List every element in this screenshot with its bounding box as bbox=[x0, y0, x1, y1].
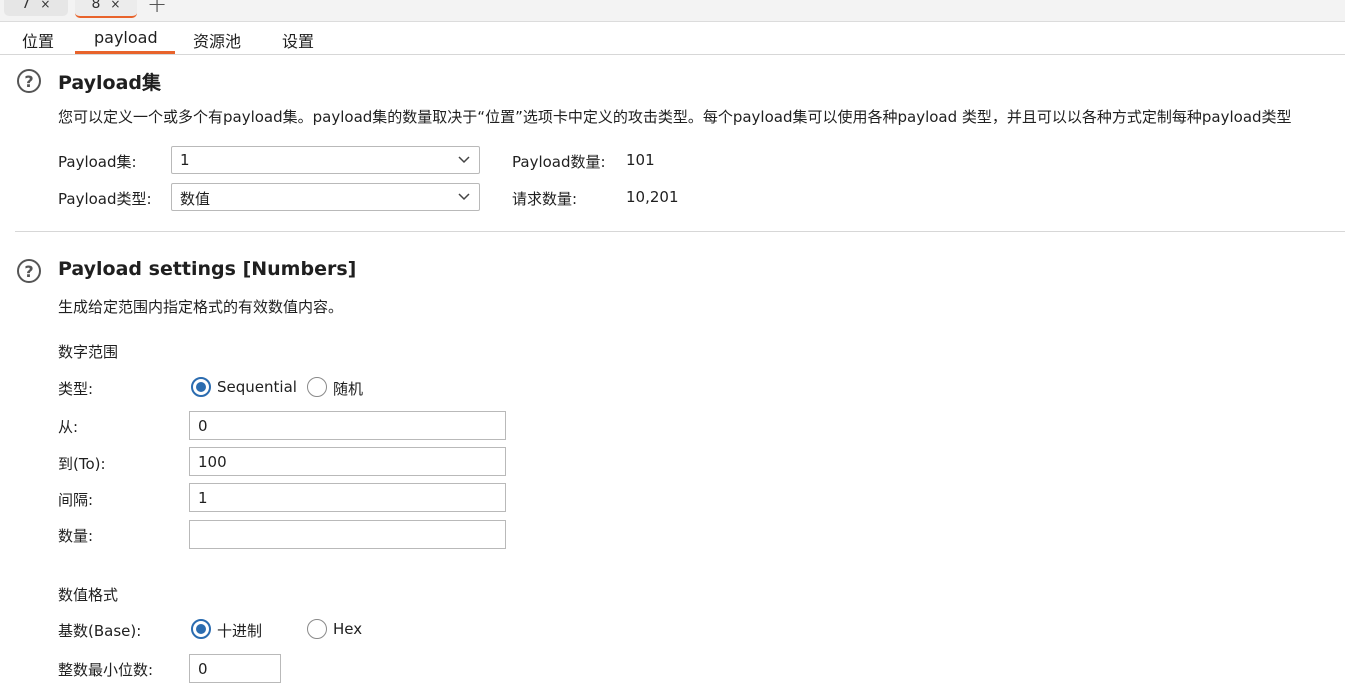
chevron-down-icon bbox=[458, 193, 470, 201]
random-radio-label[interactable]: 随机 bbox=[333, 378, 363, 399]
payload-set-select[interactable]: 1 bbox=[171, 146, 480, 174]
decimal-radio[interactable] bbox=[191, 619, 211, 639]
number-format-header: 数值格式 bbox=[58, 586, 119, 604]
step-input[interactable]: 1 bbox=[189, 483, 506, 512]
payload-type-value: 数值 bbox=[180, 190, 211, 208]
sequential-radio-label[interactable]: Sequential bbox=[217, 378, 297, 396]
payload-type-select[interactable]: 数值 bbox=[171, 183, 480, 211]
payload-sets-description: 您可以定义一个或多个有payload集。payload集的数量取决于“位置”选项… bbox=[58, 108, 1292, 126]
min-integer-digits-input[interactable]: 0 bbox=[189, 654, 281, 683]
close-icon[interactable]: × bbox=[110, 0, 120, 11]
random-radio[interactable] bbox=[307, 377, 327, 397]
chevron-down-icon bbox=[458, 156, 470, 164]
subtab-bar: 位置 payload 资源池 设置 bbox=[0, 22, 1345, 55]
payload-count-label: Payload数量: bbox=[512, 153, 606, 171]
min-integer-digits-value: 0 bbox=[198, 660, 208, 678]
help-icon[interactable]: ? bbox=[17, 69, 41, 93]
from-label: 从: bbox=[58, 418, 79, 436]
attack-tab-label: 7 bbox=[21, 0, 31, 12]
from-input[interactable]: 0 bbox=[189, 411, 506, 440]
section-title-payload-settings: Payload settings [Numbers] bbox=[58, 258, 357, 280]
from-value: 0 bbox=[198, 417, 208, 435]
payload-settings-description: 生成给定范围内指定格式的有效数值内容。 bbox=[58, 298, 344, 316]
min-integer-digits-label: 整数最小位数: bbox=[58, 661, 154, 679]
number-range-header: 数字范围 bbox=[58, 343, 119, 361]
payload-set-label: Payload集: bbox=[58, 153, 137, 171]
tab-positions[interactable]: 位置 bbox=[22, 28, 54, 52]
active-tab-indicator bbox=[75, 51, 175, 54]
hex-radio-label[interactable]: Hex bbox=[333, 620, 362, 638]
close-icon[interactable]: × bbox=[40, 0, 50, 11]
decimal-radio-label[interactable]: 十进制 bbox=[217, 620, 262, 641]
section-title-payload-sets: Payload集 bbox=[58, 72, 162, 94]
to-label: 到(To): bbox=[58, 455, 106, 473]
base-label: 基数(Base): bbox=[58, 622, 142, 640]
range-type-label: 类型: bbox=[58, 380, 94, 398]
attack-tab-8[interactable]: 8 × bbox=[75, 0, 137, 18]
tab-payload[interactable]: payload bbox=[94, 28, 158, 47]
how-many-label: 数量: bbox=[58, 527, 94, 545]
attack-tab-label: 8 bbox=[91, 0, 101, 12]
to-input[interactable]: 100 bbox=[189, 447, 506, 476]
sequential-radio[interactable] bbox=[191, 377, 211, 397]
tab-settings[interactable]: 设置 bbox=[282, 28, 314, 52]
attack-tab-7[interactable]: 7 × bbox=[4, 0, 68, 16]
step-value: 1 bbox=[198, 489, 208, 507]
how-many-input[interactable] bbox=[189, 520, 506, 549]
help-icon[interactable]: ? bbox=[17, 259, 41, 283]
to-value: 100 bbox=[198, 453, 227, 471]
attack-tab-strip bbox=[0, 0, 1345, 22]
step-label: 间隔: bbox=[58, 491, 94, 509]
add-tab-icon[interactable]: + bbox=[147, 0, 167, 18]
payload-count-value: 101 bbox=[626, 151, 655, 169]
payload-type-label: Payload类型: bbox=[58, 190, 152, 208]
tab-resource-pool[interactable]: 资源池 bbox=[193, 28, 241, 52]
payload-set-value: 1 bbox=[180, 151, 190, 169]
section-divider bbox=[15, 231, 1345, 232]
hex-radio[interactable] bbox=[307, 619, 327, 639]
request-count-value: 10,201 bbox=[626, 188, 679, 206]
request-count-label: 请求数量: bbox=[512, 190, 578, 208]
